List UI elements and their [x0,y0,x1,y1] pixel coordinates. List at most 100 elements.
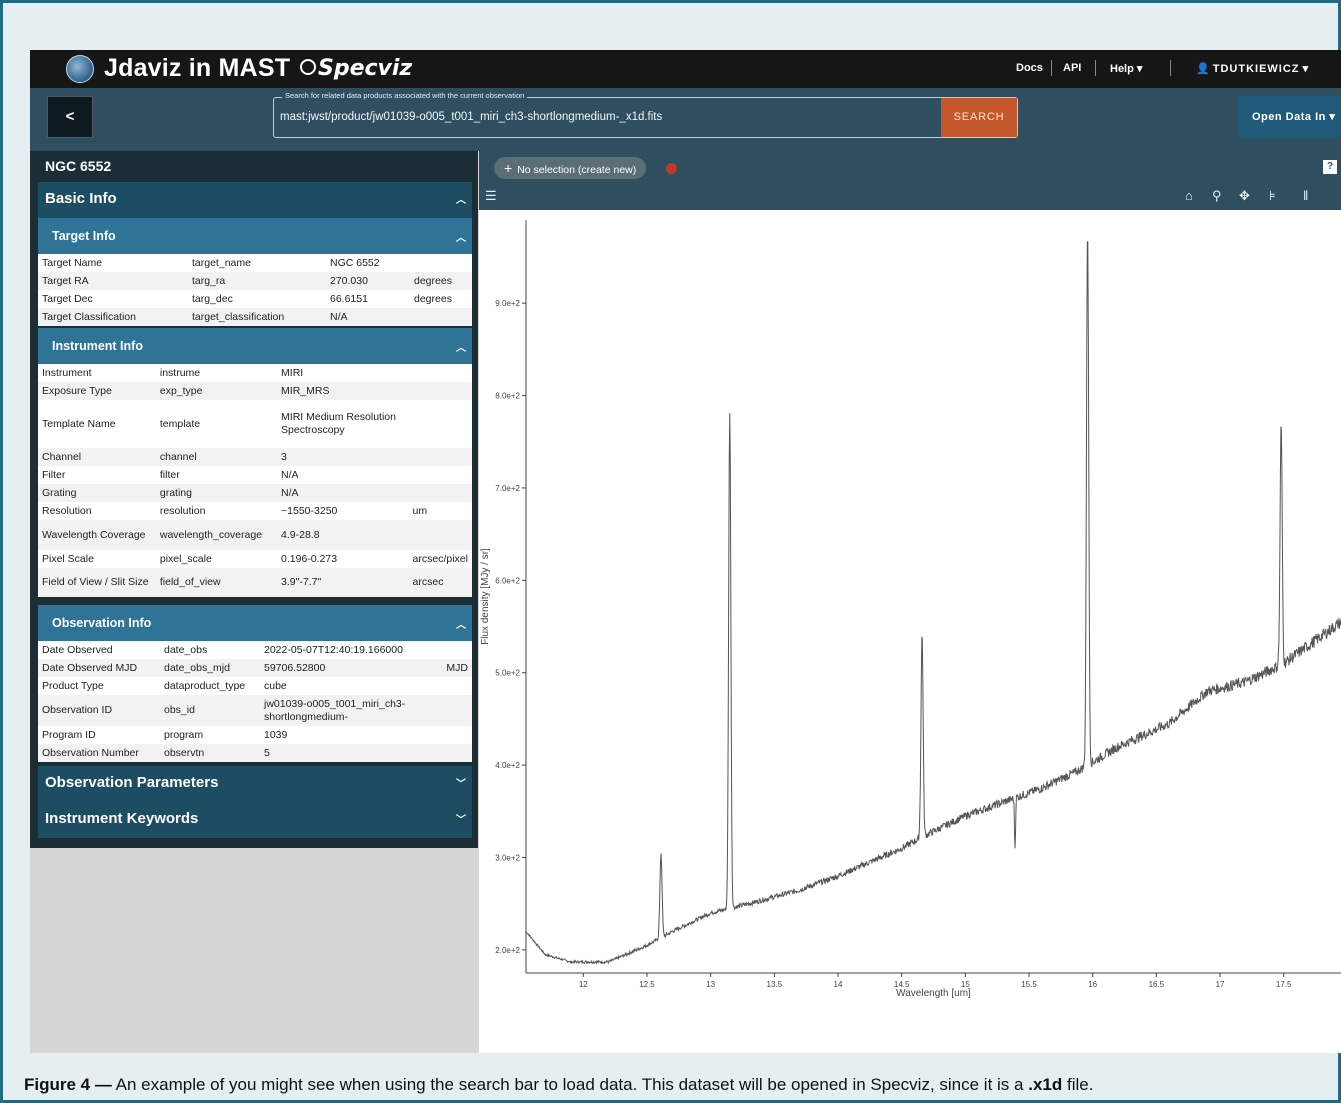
search-field-label: Search for related data products associa… [282,91,528,100]
nav-separator [1095,60,1096,76]
y-tick-label: 9.0e+2 [495,299,520,308]
field-value: 2022-05-07T12:40:19.166000 [264,643,403,656]
x-tick-label: 12 [579,980,588,989]
search-field[interactable]: Search for related data products associa… [273,91,1018,138]
field-key: channel [159,450,197,463]
field-value: 3 [281,450,287,463]
field-key: filter [159,468,180,481]
field-key: targ_ra [192,274,226,287]
table-row: Target RA targ_ra 270.030 degrees [38,272,472,290]
caret-down-icon: ▾ [1136,63,1143,75]
table-row: Template Name template MIRI Medium Resolut… [38,400,472,448]
spectrum-chart: 2.0e+2 3.0e+2 4.0e+2 5.0e+2 6.0e+2 7.0e+2 8.0e… [480,220,1341,999]
help-icon[interactable]: ? [1323,160,1337,174]
x-tick-label: 17.5 [1276,980,1292,989]
table-row: Date Observed date_obs 2022-05-07T12:40:19… [38,641,472,659]
subsection-observation-info[interactable]: Observation Info ︿ [38,605,472,641]
subsection-label: Instrument Info [52,339,143,353]
table-row: Target Name target_name NGC 6552 [38,254,472,272]
y-tick-label: 5.0e+2 [495,669,520,678]
search-row: < Search for related data products assoc… [30,88,1341,151]
column-icon[interactable]: ‖ [1303,188,1308,203]
caret-down-icon: ▾ [1329,111,1336,123]
chevron-down-icon: ﹀ [456,815,466,826]
field-value: 5 [264,746,270,759]
field-key: field_of_view [159,576,221,588]
table-row: Pixel Scale pixel_scale 0.196-0.273 arcsec/… [38,550,472,568]
open-data-in-button[interactable]: Open Data In ▾ [1238,96,1341,138]
field-value: jw01039-o005_t001_miri_ch3-shortlongmedi… [264,697,406,723]
field-unit: MJD [446,661,468,674]
field-value: 66.6151 [330,292,368,305]
subset-select-chip[interactable]: + No selection (create new) [494,157,647,179]
home-icon[interactable]: ⌂ [1185,188,1193,203]
docs-link[interactable]: Docs [1016,62,1043,74]
table-row: Channel channel 3 [38,448,472,466]
section-instrument-keywords[interactable]: Instrument Keywords ﹀ [38,802,472,838]
field-value: 270.030 [330,274,368,287]
field-label: Date Observed MJD [42,661,138,674]
api-link[interactable]: API [1063,62,1081,74]
field-label: Pixel Scale [42,552,94,565]
subsection-instrument-info[interactable]: Instrument Info ︿ [38,328,472,364]
spectrum-line [525,241,1341,965]
y-tick-label: 6.0e+2 [495,576,520,585]
chevron-up-icon: ︿ [456,233,466,244]
caption-extension: .x1d [1028,1075,1063,1094]
field-key: program [164,728,204,741]
x-tick-label: 14 [834,980,843,989]
instrument-info-table: Instrument instrume MIRI Exposure Type exp_t… [38,364,472,597]
panel-title: NGC 6552 [45,158,112,174]
user-icon: 👤 [1196,63,1210,75]
field-key: pixel_scale [159,552,212,565]
zoom-icon[interactable]: ⚲ [1212,188,1222,204]
x-tick-label: 12.5 [639,980,655,989]
section-observation-parameters[interactable]: Observation Parameters ﹀ [38,766,472,802]
search-button[interactable]: SEARCH [941,98,1017,137]
field-key: wavelength_coverage [159,528,263,541]
table-row: Field of View / Slit Size field_of_view 3.… [38,568,472,597]
help-menu[interactable]: Help ▾ [1110,62,1142,75]
x-tick-label: 15.5 [1021,980,1037,989]
chevron-up-icon: ︿ [456,195,466,206]
table-row: Grating grating N/A [38,484,472,502]
x-tick-label: 17 [1216,980,1225,989]
help-label: Help [1110,63,1134,75]
search-input[interactable]: mast:jwst/product/jw01039-o005_t001_miri… [280,111,662,123]
field-key: target_classification [192,310,285,323]
back-button[interactable]: < [47,96,93,138]
field-unit [430,641,472,659]
y-tick-label: 7.0e+2 [495,484,520,493]
field-unit [409,364,472,382]
section-label: Observation Parameters [45,774,219,791]
field-value: 59706.52800 [264,661,326,674]
list-icon[interactable]: ☰ [485,188,497,204]
field-unit: degrees [414,292,452,305]
user-name: TDUTKIEWICZ [1212,63,1300,75]
chevron-up-icon: ︿ [456,620,466,631]
select-range-icon[interactable]: ⊧ [1269,188,1276,204]
y-tick-label: 8.0e+2 [495,392,520,401]
field-label: Date Observed [42,643,113,656]
field-unit [409,382,472,400]
field-key: observtn [164,746,205,759]
spectrum-plot[interactable]: 2.0e+2 3.0e+2 4.0e+2 5.0e+2 6.0e+2 7.0e+2 8.0e… [479,210,1341,1053]
section-basic-info[interactable]: Basic Info ︿ [38,182,472,218]
nav-separator [1170,60,1171,76]
field-value: 1039 [264,728,288,741]
viewer-toolbar: ☰ ⌂ ⚲ ✥ ⊧ ‖ [479,184,1341,210]
table-row: Observation Number observtn 5 [38,744,472,762]
field-label: Product Type [42,679,104,692]
subsection-target-info[interactable]: Target Info ︿ [38,218,472,254]
user-menu[interactable]: 👤 TDUTKIEWICZ ▾ [1196,62,1308,75]
y-tick-label: 4.0e+2 [495,761,520,770]
field-label: Wavelength Coverage [42,528,146,541]
field-label: Instrument [42,366,92,379]
table-row: Instrument instrume MIRI [38,364,472,382]
table-row: Product Type dataproduct_type cube [38,677,472,695]
caption-text-end: file. [1066,1075,1094,1094]
field-unit [409,484,472,502]
table-row: Exposure Type exp_type MIR_MRS [38,382,472,400]
field-unit: arcsec [412,576,444,588]
pan-icon[interactable]: ✥ [1239,188,1250,204]
